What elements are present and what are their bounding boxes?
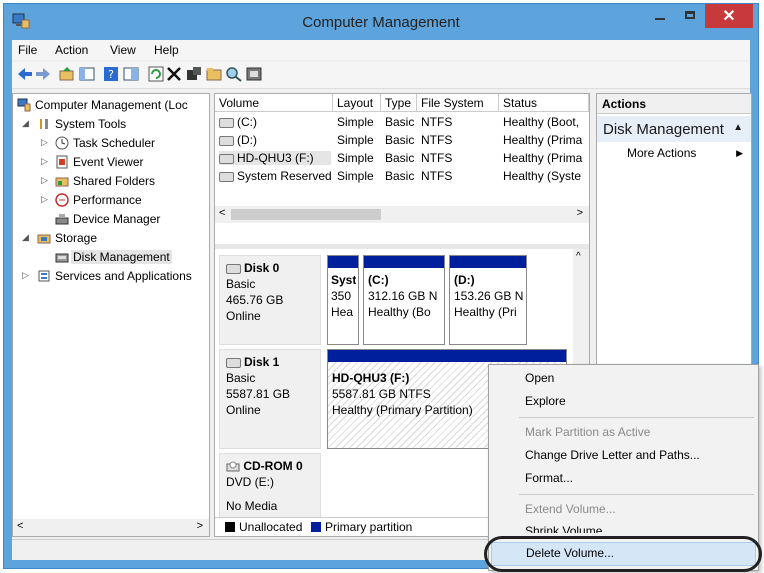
device-manager-icon [55, 214, 69, 225]
console-tree: Computer Management (Loc ◢ System Tools … [12, 93, 210, 537]
minimize-button[interactable] [645, 4, 675, 28]
help-icon[interactable]: ? [102, 65, 120, 83]
collapsed-arrow-icon[interactable]: ▷ [22, 270, 29, 281]
collapsed-arrow-icon[interactable]: ▷ [41, 137, 48, 148]
more-actions-link[interactable]: More Actions [627, 146, 696, 160]
settings-icon[interactable] [185, 65, 203, 83]
actions-header: Actions [597, 94, 751, 114]
column-header-type[interactable]: Type [381, 94, 417, 112]
partition-c[interactable]: (C:) 312.16 GB N Healthy (Bo [363, 255, 445, 345]
shared-folder-icon [55, 177, 69, 187]
svg-text:?: ? [108, 68, 114, 81]
disk-icon[interactable] [245, 65, 263, 83]
scroll-left-icon[interactable]: < [17, 520, 23, 532]
performance-icon [55, 193, 69, 207]
menu-item-explore[interactable]: Explore [489, 391, 758, 413]
actions-disk-management-section[interactable]: Disk Management ▲ [597, 116, 751, 142]
up-folder-icon[interactable] [58, 65, 76, 83]
menu-view[interactable]: View [110, 43, 136, 57]
column-header-file-system[interactable]: File System [417, 94, 499, 112]
disk-1-info[interactable]: Disk 1 Basic 5587.81 GB Online [219, 349, 321, 449]
disk-0-info[interactable]: Disk 0 Basic 465.76 GB Online [219, 255, 321, 345]
partition-system-reserved[interactable]: Syst 350 Hea [327, 255, 359, 345]
search-icon[interactable] [225, 65, 243, 83]
menu-item-delete-volume[interactable]: Delete Volume... [491, 542, 756, 566]
column-header-layout[interactable]: Layout [333, 94, 381, 112]
volume-row[interactable]: (D:) Simple Basic NTFS Healthy (Prima [215, 131, 589, 149]
menu-item-change-drive-letter[interactable]: Change Drive Letter and Paths... [489, 445, 758, 467]
back-arrow-icon[interactable] [16, 65, 34, 83]
drive-icon [219, 117, 234, 128]
disk-icon [226, 263, 241, 274]
title-bar[interactable]: Computer Management ✕ [4, 4, 758, 40]
disk-management-icon [55, 253, 69, 263]
cdrom-0-info[interactable]: CD-ROM 0 DVD (E:) No Media [219, 453, 321, 523]
computer-icon [17, 98, 31, 112]
menu-action[interactable]: Action [55, 43, 88, 57]
clock-icon [55, 136, 69, 150]
refresh-icon[interactable] [147, 65, 165, 83]
maximize-button[interactable] [675, 4, 705, 28]
scroll-left-icon[interactable]: < [219, 207, 225, 219]
open-folder-icon[interactable] [205, 65, 223, 83]
scroll-right-icon[interactable]: > [577, 207, 583, 219]
volume-list-horizontal-scrollbar[interactable]: < > [215, 206, 589, 223]
collapsed-arrow-icon[interactable]: ▷ [41, 156, 48, 167]
storage-icon [37, 234, 51, 244]
drive-icon [219, 135, 234, 146]
forward-arrow-icon[interactable] [34, 65, 52, 83]
expanded-arrow-icon[interactable]: ◢ [22, 232, 29, 243]
menu-separator [519, 494, 754, 495]
menu-help[interactable]: Help [154, 43, 179, 57]
show-hide-tree-icon[interactable] [78, 65, 96, 83]
toolbar: ? [12, 62, 750, 89]
menu-item-open[interactable]: Open [489, 368, 758, 390]
drive-icon [219, 153, 234, 164]
services-icon [38, 270, 50, 282]
submenu-arrow-icon: ▶ [736, 148, 743, 158]
scroll-up-icon[interactable]: ^ [576, 251, 581, 262]
event-viewer-icon [56, 155, 68, 169]
partition-context-menu: Open Explore Mark Partition as Active Ch… [488, 364, 759, 571]
expanded-arrow-icon[interactable]: ◢ [22, 118, 29, 129]
disk-icon [226, 357, 241, 368]
menu-bar: File Action View Help [12, 40, 750, 60]
menu-item-mark-partition-active[interactable]: Mark Partition as Active [489, 422, 758, 444]
volume-row[interactable]: System Reserved Simple Basic NTFS Health… [215, 167, 589, 185]
scroll-thumb[interactable] [231, 209, 381, 220]
menu-item-shrink-volume[interactable]: Shrink Volume... [489, 521, 758, 533]
volume-list: Volume Layout Type File System Status (C… [215, 94, 589, 224]
partition-d[interactable]: (D:) 153.26 GB N Healthy (Pri [449, 255, 527, 345]
menu-file[interactable]: File [18, 43, 37, 57]
delete-icon[interactable] [165, 65, 183, 83]
volume-row[interactable]: (C:) Simple Basic NTFS Healthy (Boot, [215, 113, 589, 131]
primary-partition-swatch [311, 522, 321, 532]
menu-item-extend-volume[interactable]: Extend Volume... [489, 499, 758, 521]
volume-row-selected[interactable]: HD-QHU3 (F:) Simple Basic NTFS Healthy (… [215, 149, 589, 167]
unallocated-swatch [225, 522, 235, 532]
menu-separator [519, 417, 754, 418]
column-header-status[interactable]: Status [499, 94, 589, 112]
column-header-volume[interactable]: Volume [215, 94, 333, 112]
close-button[interactable]: ✕ [705, 4, 753, 28]
collapsed-arrow-icon[interactable]: ▷ [41, 194, 48, 205]
cdrom-icon [226, 461, 240, 472]
collapsed-arrow-icon[interactable]: ▷ [41, 175, 48, 186]
close-icon: ✕ [722, 8, 736, 25]
scroll-right-icon[interactable]: > [197, 520, 203, 532]
properties-icon[interactable] [122, 65, 140, 83]
menu-item-format[interactable]: Format... [489, 468, 758, 490]
tree-horizontal-scrollbar[interactable]: < > [13, 519, 209, 536]
collapse-arrow-icon[interactable]: ▲ [733, 122, 743, 133]
drive-icon [219, 171, 234, 182]
tools-icon [40, 119, 48, 129]
